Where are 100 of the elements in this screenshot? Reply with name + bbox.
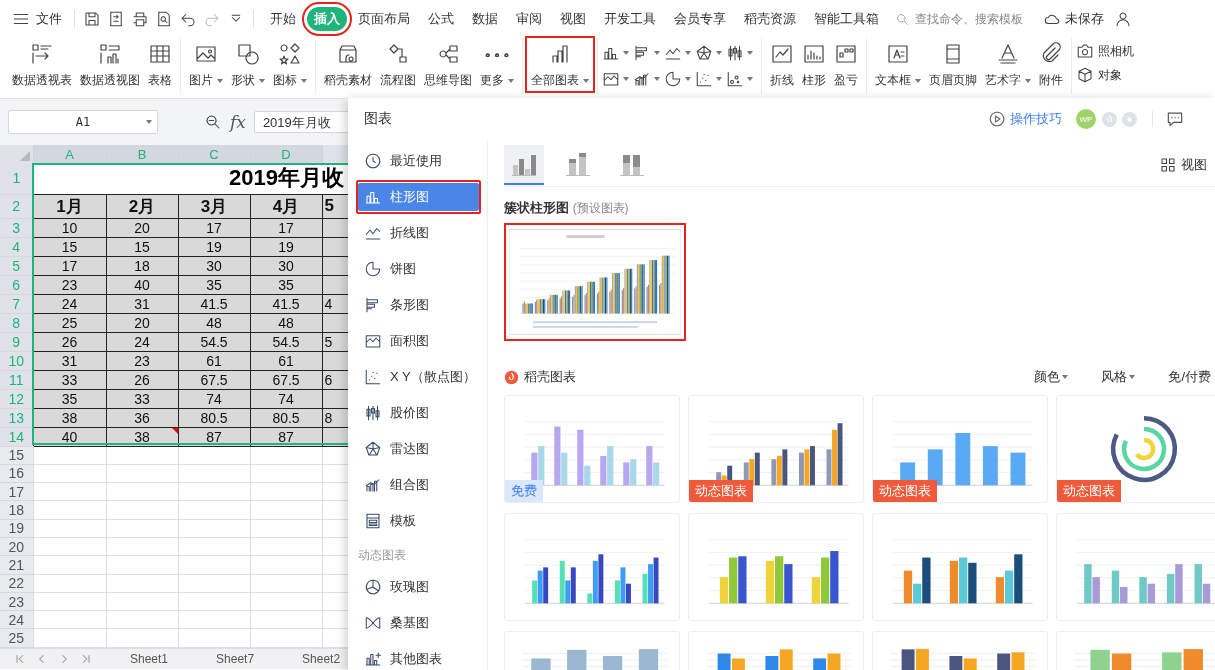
zoom-icon[interactable] [204, 113, 222, 131]
ribbon-tab[interactable]: 开发工具 [597, 7, 663, 31]
dialog-title: 图表 [364, 110, 393, 128]
preview-icon[interactable] [155, 10, 173, 28]
chart-type-item[interactable]: 条形图 [358, 291, 479, 319]
column-heading-cell: 4月 [250, 194, 322, 218]
search-field[interactable]: 查找命令、搜索模板 [895, 11, 1035, 27]
insert-paperclip-button[interactable]: 附件 [1035, 38, 1067, 91]
ribbon-tab[interactable]: 审阅 [509, 7, 549, 31]
insert-sparkline-column-button[interactable]: 柱形 [798, 38, 830, 91]
caret-icon [747, 77, 753, 81]
name-box[interactable]: A1 [8, 110, 158, 134]
save-status-button[interactable]: 未保存 [1043, 10, 1104, 28]
area-chart-icon [364, 332, 382, 350]
column-chart-icon [565, 151, 591, 177]
insert-more-button[interactable]: 更多 [476, 38, 518, 91]
insert-text-box-button[interactable]: 文本框 [871, 38, 925, 91]
chart-type-item[interactable]: 折线图 [358, 219, 479, 247]
area-chart-icon [602, 70, 620, 88]
filter-dropdown[interactable]: 颜色 [1034, 368, 1069, 386]
tips-link[interactable]: 操作技巧 [988, 110, 1062, 128]
caret-icon [583, 78, 589, 83]
insert-header-footer-button[interactable]: 页眉页脚 [925, 38, 981, 91]
radar-chart-icon [695, 44, 713, 62]
chart-type-item[interactable]: 股价图 [358, 399, 479, 427]
dynamic-badge: 动态图表 [1057, 480, 1121, 502]
section-title: 稻壳图表 [524, 368, 576, 386]
dot-badge-icon[interactable] [1122, 111, 1137, 127]
ribbon-tab[interactable]: 页面布局 [351, 7, 417, 31]
insert-pivot-table-button[interactable]: 数据透视表 [8, 38, 76, 91]
pivot-table-icon [30, 42, 54, 66]
user-icon[interactable] [1114, 10, 1132, 28]
ribbon-tab[interactable]: 会员专享 [667, 7, 733, 31]
shapes-icon [236, 42, 260, 66]
table-title: 2019年月收 [229, 165, 344, 191]
caret-icon [623, 51, 629, 55]
preset-chart-title: 簇状柱形图 (预设图表) [504, 199, 630, 217]
caret-icon [146, 120, 152, 124]
insert-word-art-button[interactable]: 艺术字 [981, 38, 1035, 91]
chart-type-item[interactable]: 最近使用 [358, 147, 479, 175]
chart-button[interactable]: 照相机 [1076, 42, 1134, 60]
caret-icon [508, 78, 514, 83]
ribbon-tab[interactable]: 公式 [421, 7, 461, 31]
pie-chart-icon [364, 260, 382, 278]
column-heading-cell: 2月 [106, 194, 178, 218]
insert-icon-set-button[interactable]: 图标 [269, 38, 311, 91]
chart-type-item[interactable]: 雷达图 [358, 435, 479, 463]
function-label[interactable]: fx [230, 112, 246, 132]
print-icon[interactable] [131, 10, 149, 28]
grid-view-icon [1159, 156, 1177, 174]
chart-type-item[interactable]: 面积图 [358, 327, 479, 355]
caret-icon [685, 51, 691, 55]
caret-icon [1062, 375, 1069, 379]
cube-icon [1076, 66, 1094, 84]
column-heading-cell: 3月 [178, 194, 250, 218]
ribbon-tab[interactable]: 稻壳资源 [737, 7, 803, 31]
column-heading-cell: 1月 [33, 194, 106, 218]
chart-subtype-tab[interactable] [504, 145, 544, 185]
insert-sparkline-button[interactable]: 折线 [766, 38, 798, 91]
chart-type-item[interactable]: X Y（散点图） [358, 363, 479, 391]
insert-shapes-button[interactable]: 形状 [227, 38, 269, 91]
ribbon-tab[interactable]: 开始 [263, 7, 303, 31]
caret-icon [259, 78, 265, 83]
insert-flowchart-button[interactable]: 流程图 [376, 38, 420, 91]
ribbon-tab[interactable]: 智能工具箱 [807, 7, 886, 31]
save-icon[interactable] [83, 10, 101, 28]
candlestick-icon [726, 44, 744, 62]
chart-type-item[interactable]: 玫瑰图 [358, 573, 479, 601]
caret-icon [654, 51, 660, 55]
chart-type-item[interactable]: 桑基图 [358, 609, 479, 637]
pie-chart-icon [664, 70, 682, 88]
sheet-tab[interactable]: Sheet7 [192, 651, 279, 666]
insert-win-loss-button[interactable]: 盈亏 [830, 38, 862, 91]
file-menu[interactable]: 文件 [12, 10, 75, 28]
chart-type-item[interactable]: 饼图 [358, 255, 479, 283]
filter-dropdown[interactable]: 风格 [1101, 368, 1136, 386]
insert-table-button[interactable]: 表格 [144, 38, 176, 91]
word-art-icon [996, 42, 1020, 66]
caret-icon [217, 78, 223, 83]
sheet-tab[interactable]: Sheet1 [106, 651, 193, 666]
caret-icon [623, 77, 629, 81]
insert-mind-map-button[interactable]: 思维导图 [420, 38, 476, 91]
other-charts-icon [364, 650, 382, 668]
document-icon[interactable] [107, 10, 125, 28]
insert-storefront-button[interactable]: 稻壳素材 [320, 38, 376, 91]
clock-icon [364, 152, 382, 170]
filter-dropdown[interactable]: 免/付费 [1168, 368, 1211, 386]
insert-image-button[interactable]: 图片 [185, 38, 227, 91]
ribbon-tab[interactable]: 数据 [465, 7, 505, 31]
chart-type-item[interactable]: 组合图 [358, 471, 479, 499]
insert-pivot-chart-button[interactable]: 数据透视图 [76, 38, 144, 91]
play-icon [988, 110, 1006, 128]
insert-bar-chart-button[interactable]: 全部图表 [527, 38, 593, 91]
view-button[interactable]: 视图 [1159, 156, 1207, 174]
chart-type-item[interactable]: 柱形图 [358, 183, 479, 211]
ribbon-tab[interactable]: 视图 [553, 7, 593, 31]
sparkline-icon [770, 42, 794, 66]
combo-chart-icon [633, 70, 651, 88]
chart-button[interactable]: 对象 [1076, 66, 1134, 84]
chart-type-item[interactable]: 模板 [358, 507, 479, 535]
